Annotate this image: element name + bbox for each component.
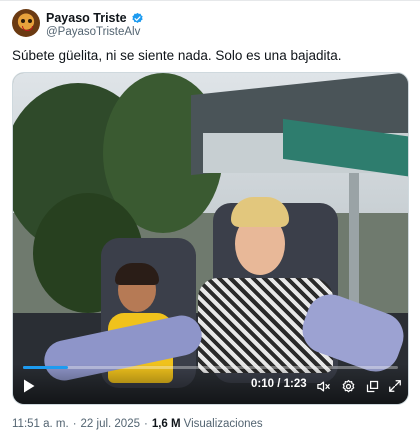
popout-button[interactable]	[364, 377, 380, 395]
popout-icon	[366, 380, 378, 392]
mute-button[interactable]	[315, 377, 331, 395]
views-count: 1,6 M	[151, 418, 181, 430]
meta-separator: ·	[144, 418, 148, 430]
tweet-text: Súbete güelita, ni se siente nada. Solo …	[12, 48, 342, 63]
author-handle[interactable]: @PayasoTristeAlv	[46, 26, 140, 38]
video-progress-fill	[23, 366, 68, 369]
verified-badge-icon	[131, 12, 143, 23]
video-player[interactable]: 0:10 / 1:23	[12, 72, 409, 405]
video-woman-hair	[231, 197, 289, 227]
tweet-time[interactable]: 11:51 a. m.	[12, 418, 69, 430]
author-display-name[interactable]: Payaso Triste	[46, 11, 127, 25]
video-progress-bar[interactable]	[23, 366, 398, 369]
gear-icon	[342, 379, 354, 392]
meta-separator: ·	[72, 418, 77, 430]
video-frame[interactable]	[13, 73, 408, 404]
author-name-row[interactable]: Payaso Triste	[46, 10, 144, 26]
avatar[interactable]	[12, 9, 40, 37]
play-button[interactable]	[21, 377, 37, 395]
settings-button[interactable]	[340, 377, 356, 395]
fullscreen-button[interactable]	[387, 377, 403, 395]
tweet-date[interactable]: 22 jul. 2025	[81, 418, 140, 430]
video-boy-hair	[115, 263, 159, 285]
volume-muted-icon	[316, 381, 330, 391]
fullscreen-icon	[389, 380, 401, 392]
video-controls: 0:10 / 1:23	[13, 364, 408, 404]
play-icon	[24, 379, 35, 393]
tweet-card[interactable]: Payaso Triste @PayasoTristeAlv Súbete gü…	[0, 0, 420, 434]
views-label: Visualizaciones	[183, 418, 263, 430]
video-time: 0:10 / 1:23	[251, 378, 307, 390]
tweet-meta: 11:51 a. m. · 22 jul. 2025 · 1,6 M Visua…	[12, 418, 263, 430]
